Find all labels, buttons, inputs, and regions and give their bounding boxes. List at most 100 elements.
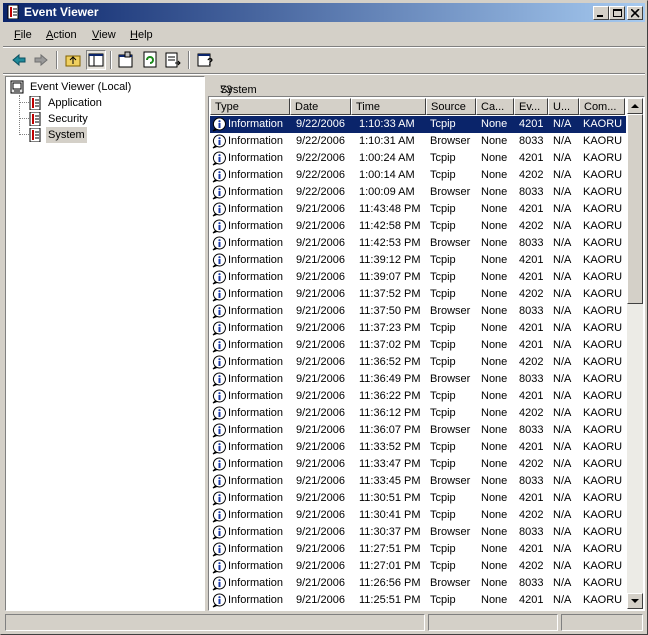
- arrow-down-icon: [631, 599, 639, 603]
- export-list-icon: [165, 52, 181, 68]
- table-cell: KAORU: [583, 390, 623, 402]
- menu-action-label: ction: [53, 29, 77, 41]
- table-cell: Tcpip: [430, 407, 456, 419]
- back-icon: [12, 53, 26, 67]
- table-row[interactable]: Information 9/21/2006 11:37:23 PM Tcpip None…: [210, 320, 626, 337]
- table-cell: Tcpip: [430, 543, 456, 555]
- table-row[interactable]: Information 9/21/2006 11:42:53 PM Browser No…: [210, 235, 626, 252]
- table-cell: Tcpip: [430, 118, 456, 130]
- column-header[interactable]: Time: [351, 98, 426, 115]
- table-row[interactable]: Information 9/21/2006 11:26:56 PM Browser No…: [210, 575, 626, 592]
- title-bar[interactable]: Event Viewer: [3, 3, 645, 22]
- information-icon: [212, 372, 226, 387]
- scroll-up-button[interactable]: [627, 98, 643, 114]
- table-cell: 11:36:07 PM: [359, 424, 421, 436]
- column-header[interactable]: Source: [426, 98, 476, 115]
- table-cell: KAORU: [583, 543, 623, 555]
- table-cell: Information: [228, 220, 284, 232]
- table-row[interactable]: Information 9/21/2006 11:37:52 PM Tcpip None…: [210, 286, 626, 303]
- help-button[interactable]: ?: [195, 50, 215, 70]
- back-button[interactable]: [9, 50, 29, 70]
- table-cell: Information: [228, 254, 284, 266]
- table-cell: KAORU: [583, 220, 623, 232]
- table-row[interactable]: Information 9/21/2006 11:30:37 PM Browser No…: [210, 524, 626, 541]
- table-cell: 9/21/2006: [296, 271, 345, 283]
- table-row[interactable]: Information 9/21/2006 11:36:22 PM Tcpip None…: [210, 388, 626, 405]
- table-cell: KAORU: [583, 118, 623, 130]
- table-row[interactable]: Information 9/21/2006 11:25:51 PM Tcpip None…: [210, 592, 626, 609]
- information-icon: [212, 406, 226, 421]
- export-list-button[interactable]: [163, 50, 183, 70]
- table-row[interactable]: Information 9/21/2006 11:42:58 PM Tcpip None…: [210, 218, 626, 235]
- table-cell: Tcpip: [430, 560, 456, 572]
- information-icon: [212, 559, 226, 574]
- minimize-button[interactable]: [593, 6, 609, 20]
- menu-view[interactable]: View: [92, 29, 116, 41]
- table-row[interactable]: Information 9/21/2006 11:27:51 PM Tcpip None…: [210, 541, 626, 558]
- table-row[interactable]: Information 9/22/2006 1:00:09 AM Browser Non…: [210, 184, 626, 201]
- table-cell: Information: [228, 560, 284, 572]
- column-header[interactable]: Date: [290, 98, 351, 115]
- table-row[interactable]: Information 9/21/2006 11:36:07 PM Browser No…: [210, 422, 626, 439]
- table-cell: Information: [228, 543, 284, 555]
- refresh-button[interactable]: [140, 50, 160, 70]
- table-row[interactable]: Information 9/22/2006 1:00:14 AM Tcpip None 4…: [210, 167, 626, 184]
- table-cell: 11:30:41 PM: [359, 509, 421, 521]
- properties-button[interactable]: [116, 50, 136, 70]
- vertical-scrollbar[interactable]: [627, 98, 643, 609]
- table-cell: 4201: [519, 152, 544, 164]
- table-cell: Tcpip: [430, 254, 456, 266]
- table-row[interactable]: Information 9/21/2006 11:30:41 PM Tcpip None…: [210, 507, 626, 524]
- table-row[interactable]: Information 9/21/2006 11:39:07 PM Tcpip None…: [210, 269, 626, 286]
- table-cell: 9/21/2006: [296, 407, 345, 419]
- table-cell: 11:39:12 PM: [359, 254, 421, 266]
- table-cell: 4201: [519, 203, 544, 215]
- scroll-thumb[interactable]: [627, 114, 643, 304]
- table-row[interactable]: Information 9/22/2006 1:10:33 AM Tcpip None 4…: [210, 116, 626, 133]
- column-header[interactable]: Ev...: [514, 98, 548, 115]
- table-cell: None: [481, 186, 508, 198]
- forward-button[interactable]: [31, 50, 51, 70]
- table-cell: Browser: [430, 577, 471, 589]
- table-row[interactable]: Information 9/21/2006 11:37:02 PM Tcpip None…: [210, 337, 626, 354]
- show-hide-tree-button[interactable]: [86, 50, 106, 70]
- table-row[interactable]: Information 9/21/2006 11:30:51 PM Tcpip None…: [210, 490, 626, 507]
- table-row[interactable]: Information 9/21/2006 11:36:49 PM Browser No…: [210, 371, 626, 388]
- table-row[interactable]: Information 9/21/2006 11:37:50 PM Browser No…: [210, 303, 626, 320]
- table-row[interactable]: Information 9/21/2006 11:43:48 PM Tcpip None…: [210, 201, 626, 218]
- help-icon: ?: [197, 53, 213, 68]
- table-cell: None: [481, 560, 508, 572]
- table-cell: N/A: [553, 288, 572, 300]
- information-icon: [212, 304, 226, 319]
- table-cell: 9/21/2006: [296, 458, 345, 470]
- column-header[interactable]: U...: [548, 98, 579, 115]
- close-button[interactable]: [627, 6, 643, 20]
- column-header[interactable]: Type: [210, 98, 290, 115]
- table-row[interactable]: Information 9/21/2006 11:27:01 PM Tcpip None…: [210, 558, 626, 575]
- column-header[interactable]: Ca...: [476, 98, 514, 115]
- table-row[interactable]: Information 9/21/2006 11:36:52 PM Tcpip None…: [210, 354, 626, 371]
- menu-action[interactable]: Action: [46, 29, 77, 41]
- tree-root-label: Event Viewer (Local): [30, 81, 132, 93]
- table-cell: 8033: [519, 373, 544, 385]
- table-cell: N/A: [553, 305, 572, 317]
- scroll-down-button[interactable]: [627, 593, 643, 609]
- table-row[interactable]: Information 9/21/2006 11:33:52 PM Tcpip None…: [210, 439, 626, 456]
- up-one-level-button[interactable]: [63, 50, 83, 70]
- column-header[interactable]: Com...: [579, 98, 625, 115]
- menu-file[interactable]: File: [14, 29, 32, 41]
- table-row[interactable]: Information 9/22/2006 1:10:31 AM Browser Non…: [210, 133, 626, 150]
- table-row[interactable]: Information 9/22/2006 1:00:24 AM Tcpip None 4…: [210, 150, 626, 167]
- table-cell: Information: [228, 237, 284, 249]
- table-row[interactable]: Information 9/21/2006 11:39:12 PM Tcpip None…: [210, 252, 626, 269]
- table-cell: N/A: [553, 203, 572, 215]
- table-cell: 8033: [519, 424, 544, 436]
- table-row[interactable]: Information 9/21/2006 11:33:45 PM Browser No…: [210, 473, 626, 490]
- table-row[interactable]: Information 9/21/2006 11:33:47 PM Tcpip None…: [210, 456, 626, 473]
- table-cell: N/A: [553, 492, 572, 504]
- table-row[interactable]: Information 9/21/2006 11:36:12 PM Tcpip None…: [210, 405, 626, 422]
- menu-help[interactable]: Help: [130, 29, 153, 41]
- table-cell: 11:26:56 PM: [359, 577, 421, 589]
- maximize-button[interactable]: [609, 6, 625, 20]
- svg-text:?: ?: [207, 57, 213, 68]
